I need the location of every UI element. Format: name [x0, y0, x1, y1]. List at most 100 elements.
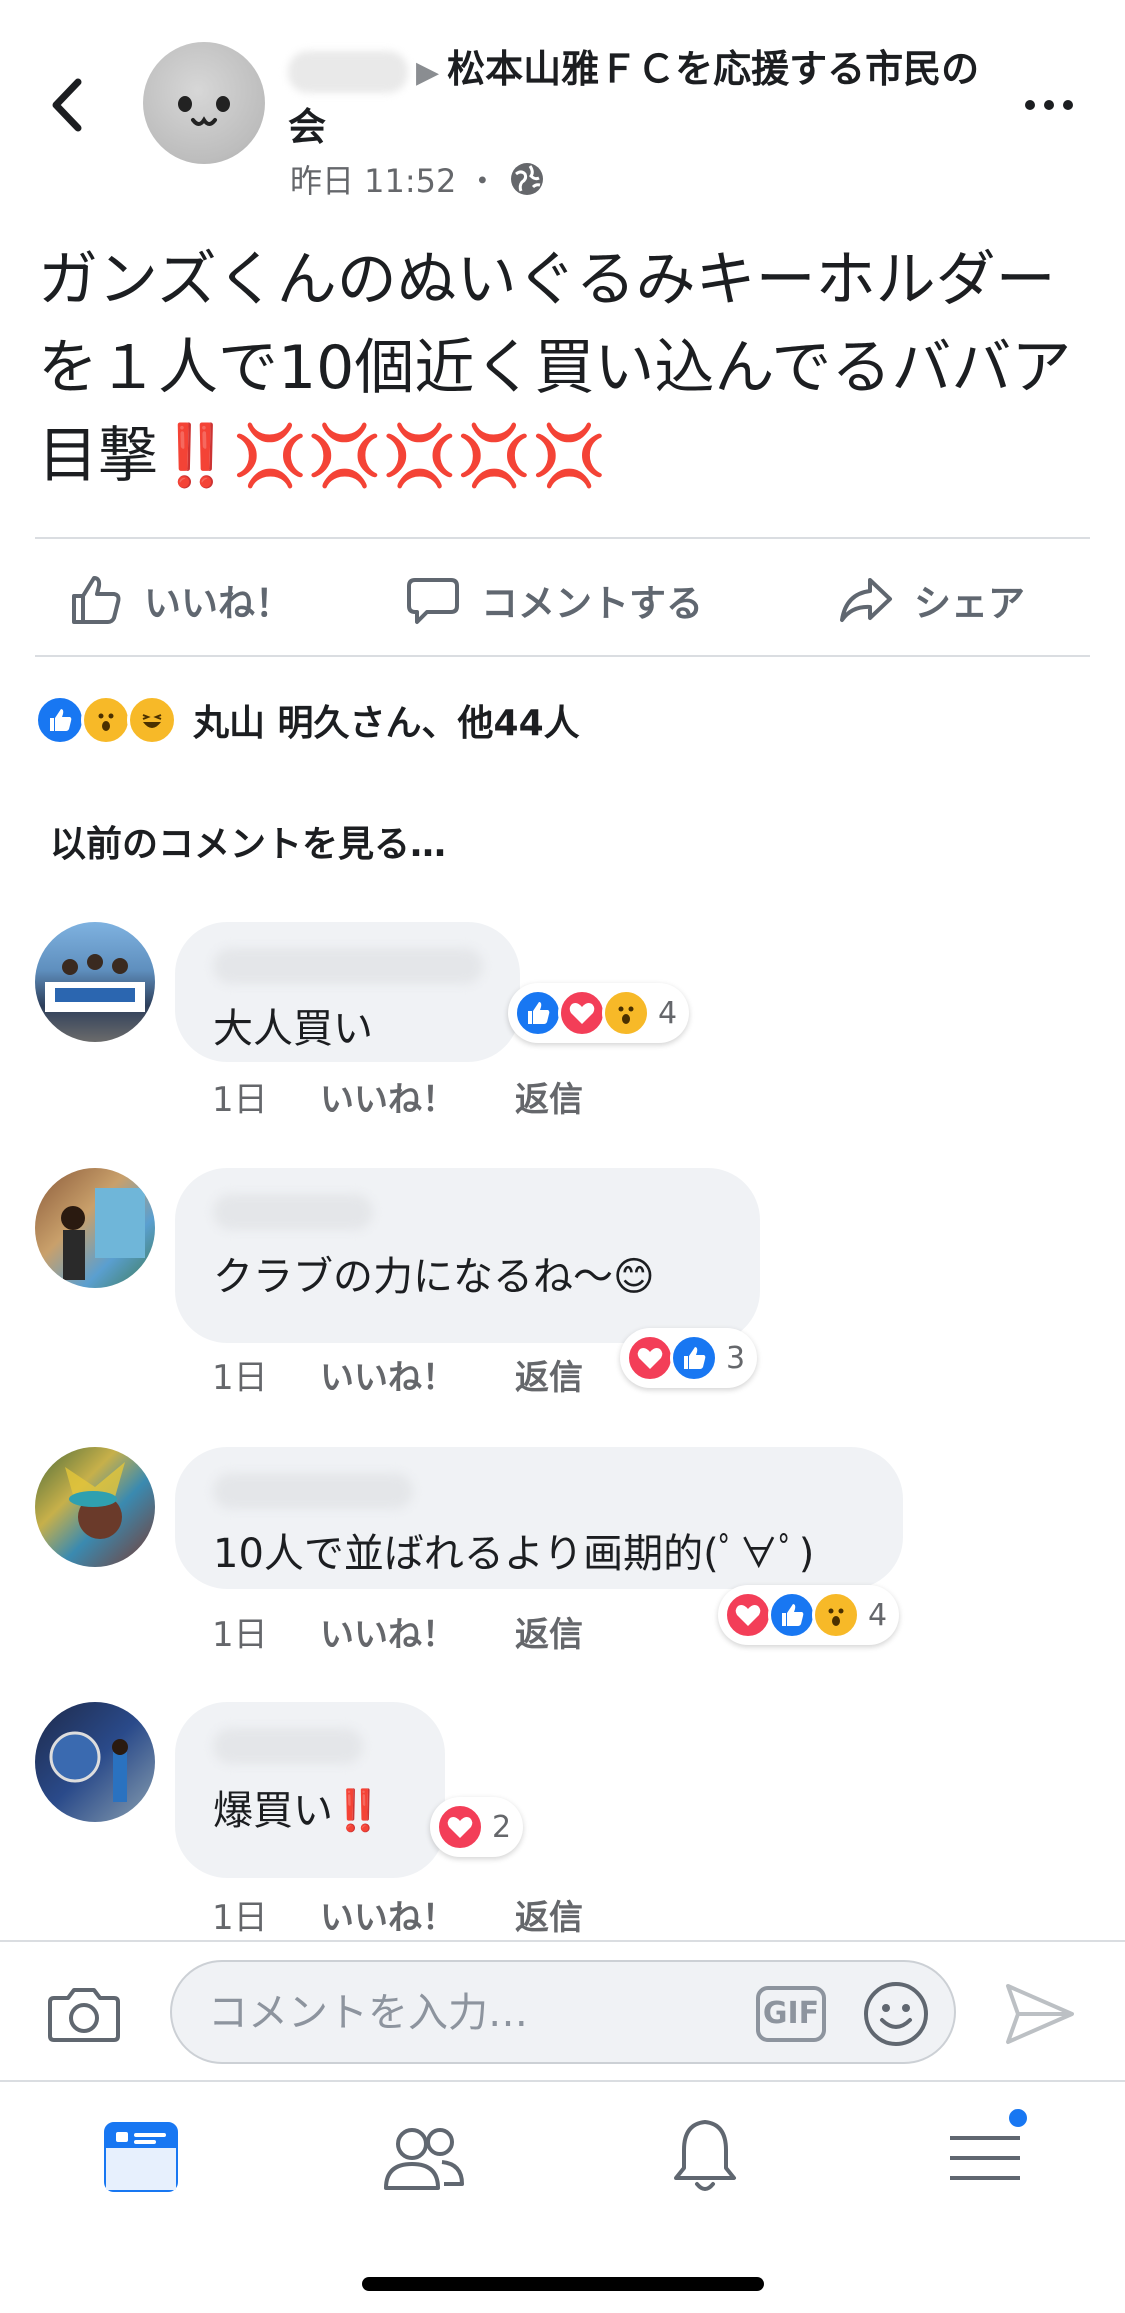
comment-input[interactable] [208, 1984, 728, 2042]
love-icon [436, 1803, 484, 1851]
redacted-commenter-name [213, 1473, 413, 1509]
comment-like-button[interactable]: いいね！ [320, 1072, 515, 1121]
post-header: ▶ 松本山雅ＦＣを応援する市民の会 昨日 11:52 ・ [0, 0, 1125, 210]
comment-reply-button[interactable]: 返信 [515, 1072, 583, 1121]
divider [35, 537, 1090, 539]
thumbs-up-icon [72, 576, 121, 624]
reaction-names: 丸山 明久さん、他44人 [193, 703, 580, 744]
like-button[interactable]: いいね！ [68, 545, 292, 655]
like-icon [35, 695, 85, 745]
comment-composer: GIF [0, 1940, 1125, 2080]
love-icon [626, 1334, 674, 1382]
redacted-name [288, 50, 408, 93]
dot-icon [1063, 100, 1073, 110]
comment-bubble[interactable]: 大人買い [175, 922, 520, 1062]
comment-text: 爆買い‼️ [213, 1778, 407, 1836]
meta-separator: ・ [466, 162, 499, 200]
view-previous-comments[interactable]: 以前のコメントを見る… [50, 815, 446, 867]
more-options-button[interactable] [1025, 90, 1085, 120]
comment-text: 大人買い [213, 1006, 373, 1052]
tab-friends[interactable] [378, 2112, 468, 2202]
comment-time: 1日 [212, 1898, 268, 1938]
comment-reply-button[interactable]: 返信 [515, 1890, 583, 1939]
comment-input-box[interactable]: GIF [170, 1960, 956, 2064]
comment-meta: 1日 いいね！ 返信 [212, 1350, 583, 1399]
comment-time: 1日 [212, 1615, 268, 1655]
send-icon [1006, 1984, 1074, 2044]
arrow-right-icon: ▶ [416, 55, 440, 90]
love-icon [724, 1591, 772, 1639]
like-icon [514, 989, 562, 1037]
wow-icon [81, 695, 131, 745]
exclamation-emoji: ‼️ [333, 1788, 383, 1834]
news-feed-icon [104, 2122, 178, 2192]
tab-news-feed[interactable] [98, 2112, 188, 2202]
comment-reply-button[interactable]: 返信 [515, 1607, 583, 1656]
chevron-left-icon [52, 78, 82, 132]
dot-icon [1025, 100, 1035, 110]
comment-meta: 1日 いいね！ 返信 [212, 1072, 583, 1121]
reaction-count: 3 [726, 1340, 746, 1376]
comment-text: 10人で並ばれるより画期的(ﾟ∀ﾟ) [213, 1531, 815, 1577]
post-time: 昨日 11:52 [290, 162, 457, 200]
reaction-count: 4 [868, 1597, 888, 1633]
commenter-avatar[interactable] [35, 1702, 155, 1822]
comment-bubble[interactable]: 爆買い‼️ [175, 1702, 445, 1878]
post-body: ガンズくんのぬいぐるみキーホルダーを１人で10個近く買い込んでるババア目撃‼️💢… [38, 236, 1088, 500]
gif-button[interactable]: GIF [756, 1986, 826, 2042]
action-bar: いいね！ コメントする シェア [0, 545, 1125, 655]
comment-reactions[interactable]: 4 [508, 983, 690, 1043]
redacted-commenter-name [213, 948, 483, 984]
love-icon [558, 989, 606, 1037]
share-label: シェア [914, 582, 1025, 625]
reaction-count: 4 [658, 995, 678, 1031]
commenter-avatar[interactable] [35, 1168, 155, 1288]
comment-meta: 1日 いいね！ 返信 [212, 1890, 583, 1939]
post-author-title[interactable]: ▶ 松本山雅ＦＣを応援する市民の会 [288, 42, 988, 154]
reaction-count: 2 [492, 1809, 512, 1845]
comment-like-button[interactable]: いいね！ [320, 1350, 515, 1399]
avatar-face-icon [178, 96, 230, 126]
comment-meta: 1日 いいね！ 返信 [212, 1607, 583, 1656]
comment-bubble[interactable]: 10人で並ばれるより画期的(ﾟ∀ﾟ) [175, 1447, 903, 1589]
dot-icon [1044, 100, 1054, 110]
reaction-summary[interactable]: 丸山 明久さん、他44人 [35, 688, 580, 752]
comment-reactions[interactable]: 4 [718, 1585, 900, 1645]
comment-text-main: 爆買い [213, 1788, 333, 1834]
comment-reply-button[interactable]: 返信 [515, 1350, 583, 1399]
post-meta: 昨日 11:52 ・ [290, 156, 546, 202]
share-arrow-icon [840, 578, 892, 622]
wow-icon [812, 1591, 860, 1639]
comment-text: クラブの力になるね〜😊 [213, 1254, 655, 1300]
home-indicator[interactable] [362, 2277, 764, 2291]
share-button[interactable]: シェア [838, 545, 1025, 655]
like-icon [768, 1591, 816, 1639]
emoji-button[interactable] [862, 1980, 930, 2048]
menu-notification-dot [1006, 2106, 1030, 2130]
tab-notifications[interactable] [660, 2112, 750, 2202]
send-button[interactable] [1004, 1980, 1076, 2048]
redacted-commenter-name [213, 1194, 373, 1230]
comment-bubble-icon [407, 578, 459, 624]
post-emoji: ‼️💢💢💢💢💢 [158, 421, 607, 491]
camera-icon [48, 1988, 120, 2042]
haha-icon [127, 695, 177, 745]
friends-icon [384, 2128, 464, 2190]
comment-button[interactable]: コメントする [405, 545, 703, 655]
comment-like-button[interactable]: いいね！ [320, 1890, 515, 1939]
smiley-icon [864, 1982, 928, 2046]
page-avatar[interactable] [143, 42, 265, 164]
like-label: いいね！ [144, 582, 292, 625]
divider [35, 655, 1090, 657]
comment-reactions[interactable]: 3 [620, 1328, 758, 1388]
camera-button[interactable] [48, 1982, 120, 2044]
commenter-avatar[interactable] [35, 1447, 155, 1567]
comment-reactions[interactable]: 2 [430, 1797, 524, 1857]
comment-time: 1日 [212, 1080, 268, 1120]
comment-bubble[interactable]: クラブの力になるね〜😊 [175, 1168, 760, 1343]
comment-like-button[interactable]: いいね！ [320, 1607, 515, 1656]
redacted-commenter-name [213, 1728, 363, 1764]
notifications-icon [674, 2120, 736, 2191]
back-button[interactable] [40, 70, 100, 140]
commenter-avatar[interactable] [35, 922, 155, 1042]
